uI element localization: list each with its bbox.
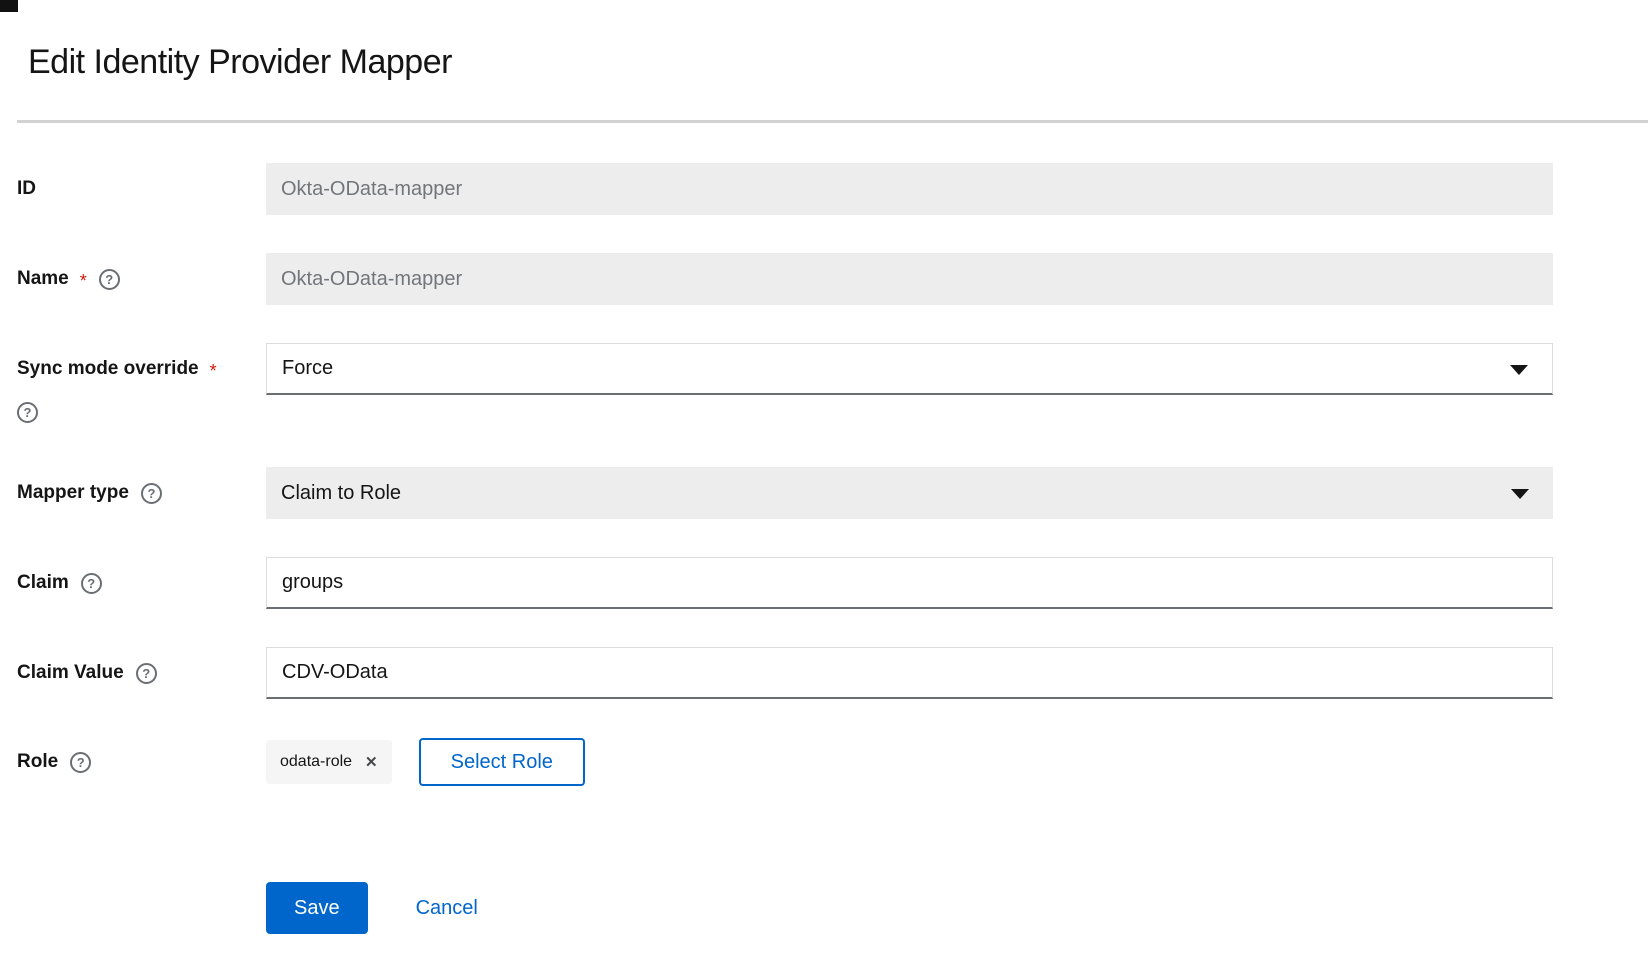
close-icon[interactable]: ✕	[365, 755, 378, 770]
form-row-id: ID	[0, 163, 1648, 215]
question-circle-icon[interactable]: ?	[99, 269, 120, 290]
id-label: ID	[17, 178, 36, 200]
sync-mode-label-cell: Sync mode override * ?	[0, 343, 266, 423]
claim-label: Claim	[17, 572, 69, 594]
sync-mode-selected-value: Force	[282, 357, 333, 380]
select-role-button[interactable]: Select Role	[419, 738, 585, 786]
question-circle-icon[interactable]: ?	[17, 402, 38, 423]
claim-value-input[interactable]	[266, 647, 1553, 699]
mapper-type-label: Mapper type	[17, 482, 129, 504]
form-row-name: Name * ?	[0, 253, 1648, 305]
claim-value-label: Claim Value	[17, 662, 124, 684]
id-label-cell: ID	[0, 163, 266, 215]
name-label-cell: Name * ?	[0, 253, 266, 305]
form-actions: Save Cancel	[266, 882, 1648, 934]
header-divider	[17, 120, 1648, 123]
id-input	[266, 163, 1553, 215]
screen-corner-artifact	[0, 0, 18, 12]
question-circle-icon[interactable]: ?	[81, 573, 102, 594]
form-row-role: Role ? odata-role ✕ Select Role	[0, 736, 1648, 788]
sync-mode-label: Sync mode override	[17, 358, 199, 380]
required-asterisk: *	[210, 361, 217, 382]
sync-mode-select[interactable]: Force	[266, 343, 1553, 395]
claim-label-cell: Claim ?	[0, 557, 266, 609]
caret-down-icon	[1510, 365, 1528, 375]
role-chip: odata-role ✕	[266, 740, 392, 784]
required-asterisk: *	[80, 271, 87, 292]
page-title: Edit Identity Provider Mapper	[0, 0, 1648, 77]
role-chip-label: odata-role	[280, 753, 352, 771]
form-row-claim-value: Claim Value ?	[0, 647, 1648, 699]
form-row-claim: Claim ?	[0, 557, 1648, 609]
mapper-type-selected-value: Claim to Role	[281, 482, 401, 505]
save-button[interactable]: Save	[266, 882, 368, 934]
question-circle-icon[interactable]: ?	[136, 663, 157, 684]
name-input	[266, 253, 1553, 305]
form-row-mapper-type: Mapper type ? Claim to Role	[0, 467, 1648, 519]
mapper-type-select: Claim to Role	[266, 467, 1553, 519]
claim-value-label-cell: Claim Value ?	[0, 647, 266, 699]
cancel-link[interactable]: Cancel	[416, 897, 478, 920]
name-label: Name	[17, 268, 69, 290]
form-row-sync-mode-override: Sync mode override * ? Force	[0, 343, 1648, 423]
question-circle-icon[interactable]: ?	[141, 483, 162, 504]
claim-input[interactable]	[266, 557, 1553, 609]
role-label: Role	[17, 751, 58, 773]
question-circle-icon[interactable]: ?	[70, 752, 91, 773]
mapper-type-label-cell: Mapper type ?	[0, 467, 266, 519]
identity-provider-mapper-form: ID Name * ? Sync mode override * ?	[0, 163, 1648, 934]
caret-down-icon	[1511, 489, 1529, 499]
role-label-cell: Role ?	[0, 736, 266, 788]
